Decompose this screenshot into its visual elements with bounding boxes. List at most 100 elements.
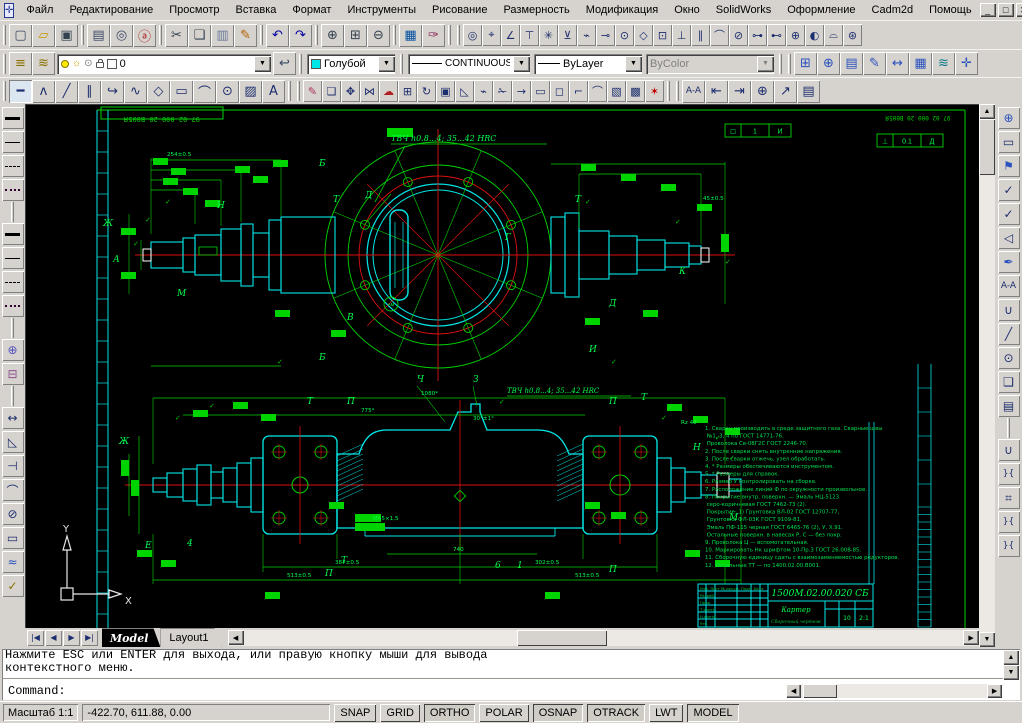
print-button[interactable]: ▤	[87, 24, 110, 47]
toggle-osnap[interactable]: OSNAP	[533, 704, 584, 722]
layer-states-button[interactable]: ≋	[32, 52, 55, 75]
toggle-otrack[interactable]: OTRACK	[587, 704, 645, 722]
revcloud-tool-button[interactable]: ☁	[379, 80, 398, 102]
toolbar-grip[interactable]	[159, 25, 162, 45]
quick-dimension-button[interactable]: ▭	[2, 527, 24, 549]
arc-dimension-button[interactable]: ⌒	[2, 479, 24, 501]
ruler-button[interactable]: ▭	[998, 131, 1020, 153]
dimension-edit-button[interactable]: ✓	[2, 575, 24, 597]
h-scroll-track[interactable]	[244, 630, 963, 646]
open-file-button[interactable]: ▱	[32, 24, 55, 47]
mirror-tool-button[interactable]: ⋈	[360, 80, 379, 102]
linear-dimension-button[interactable]: ↔	[2, 407, 24, 429]
coordinates-panel[interactable]: -422.70, 611.88, 0.00	[82, 704, 330, 721]
align-tool-button[interactable]: ▧	[607, 80, 626, 102]
scroll-left-button[interactable]: ◀	[228, 630, 244, 645]
hatch-tool-button[interactable]: ▨	[239, 80, 262, 103]
vertical-scrollbar[interactable]: ▲ ▼	[979, 104, 995, 647]
command-h-track[interactable]	[801, 684, 987, 698]
flag-note-button[interactable]: ⚑	[998, 155, 1020, 177]
toolbar-grip[interactable]	[81, 25, 84, 45]
scale-tool-button[interactable]: ◺	[455, 80, 474, 102]
roughness-removed-button[interactable]: ✓	[998, 203, 1020, 225]
welding-symbol-button[interactable]: ✒	[998, 251, 1020, 273]
toolbar-grip[interactable]	[11, 318, 14, 338]
layer-manager-button[interactable]: ≡	[9, 52, 32, 75]
toolbar-grip[interactable]	[11, 386, 14, 406]
menu-14[interactable]: Помощь	[921, 2, 980, 18]
snap-apparent-intersection-button[interactable]: ⊻	[558, 24, 577, 46]
scale-panel[interactable]: Масштаб 1:1	[3, 704, 78, 721]
toggle-grid[interactable]: GRID	[380, 704, 420, 722]
snap-endpoint-button[interactable]: ∠	[501, 24, 520, 46]
scroll-up-button[interactable]: ▲	[979, 104, 995, 119]
color-wand-button[interactable]: ✑	[422, 24, 445, 47]
spring-symbol-4-button[interactable]: }{	[998, 535, 1020, 557]
taper-symbol-button[interactable]: ◁	[998, 227, 1020, 249]
toolbar-grip[interactable]	[3, 81, 6, 101]
layer-combo-arrow[interactable]: ▼	[254, 56, 271, 72]
menu-3[interactable]: Просмотр	[161, 2, 227, 18]
multiline-tool-button[interactable]: ʌ	[32, 80, 55, 103]
dim-continue-button[interactable]: ⇥	[728, 80, 751, 103]
snap-extension-button[interactable]: ⌁	[577, 24, 596, 46]
copy-clip-button[interactable]: ❏	[188, 24, 211, 47]
snap-nearest-button[interactable]: ⊶	[748, 24, 767, 46]
region-tool-button[interactable]: ▣	[436, 80, 455, 102]
array-tool-button[interactable]: ⊞	[398, 80, 417, 102]
v-scroll-thumb[interactable]	[979, 119, 995, 175]
layer-plot-icon[interactable]: ⊙	[84, 58, 92, 69]
menu-7[interactable]: Рисование	[424, 2, 495, 18]
toolbar-grip[interactable]	[667, 81, 670, 101]
pipe-cross-button[interactable]: ✛	[955, 52, 978, 75]
layer-combo[interactable]: ☼ ⊙ 0 ▼	[57, 54, 271, 74]
menu-6[interactable]: Инструменты	[339, 2, 424, 18]
command-scroll-right-button[interactable]: ▶	[987, 684, 1002, 698]
diameter-dimension-button[interactable]: ⊘	[2, 503, 24, 525]
text-tool-button[interactable]: A	[262, 80, 285, 103]
wave-symbol-button[interactable]: ≈	[2, 551, 24, 573]
snap-parallel-button[interactable]: ∥	[691, 24, 710, 46]
toolbar-grip[interactable]	[297, 81, 300, 101]
toolbar-grip[interactable]	[1007, 418, 1010, 438]
3d-layers-button[interactable]: ≋	[932, 52, 955, 75]
lineweight-heavy-button[interactable]	[2, 107, 24, 129]
snap-center-button[interactable]: ⊙	[615, 24, 634, 46]
dim-style-button[interactable]: A-A	[682, 80, 705, 103]
toolbar-grip[interactable]	[299, 54, 302, 74]
save-button[interactable]: ▣	[55, 24, 78, 47]
menu-4[interactable]: Вставка	[227, 2, 284, 18]
spring-symbol-3-button[interactable]: }{	[998, 511, 1020, 533]
center-mark-tool-button[interactable]: ⊕	[2, 339, 24, 361]
tab-nav-4-button[interactable]: ▶|	[81, 630, 98, 646]
color-combo[interactable]: Голубой ▼	[307, 54, 395, 74]
lineweight-combo[interactable]: ByLayer ▼	[534, 54, 642, 74]
color-combo-arrow[interactable]: ▼	[378, 56, 395, 72]
new-file-button[interactable]: ▢	[9, 24, 32, 47]
temporary-track-point-button[interactable]: ◎	[463, 24, 482, 46]
snap-intersection-button[interactable]: ✳	[539, 24, 558, 46]
layer-on-icon[interactable]	[61, 60, 69, 68]
menu-1[interactable]: Файл	[18, 2, 61, 18]
extend-tool-button[interactable]: →	[512, 80, 531, 102]
revision-line-tool-button[interactable]: ↪	[101, 80, 124, 103]
toolbar-grip[interactable]	[3, 54, 6, 74]
dim-baseline-button[interactable]: ⇤	[705, 80, 728, 103]
snap-half-button[interactable]: ◐	[805, 24, 824, 46]
command-history[interactable]: Нажмите ESC или ENTER для выхода, или пр…	[2, 649, 1020, 700]
snap-arc-button[interactable]: ⌓	[824, 24, 843, 46]
command-h-thumb[interactable]	[803, 684, 837, 698]
chamfer-tool-button[interactable]: ⌐	[569, 80, 588, 102]
toolbar-grip[interactable]	[457, 25, 460, 45]
toolbar-grip[interactable]	[400, 54, 403, 74]
copy-tool-button[interactable]: ❏	[322, 80, 341, 102]
menu-13[interactable]: Cadm2d	[864, 2, 922, 18]
layer-lock-icon[interactable]	[96, 62, 104, 68]
edit-attributes-button[interactable]: ✎	[863, 52, 886, 75]
arc-tool-button[interactable]: ⌒	[193, 80, 216, 103]
spline-tool-button[interactable]: ∿	[124, 80, 147, 103]
explode-tool-button[interactable]: ✶	[645, 80, 664, 102]
move-tool-button[interactable]: ✥	[341, 80, 360, 102]
menu-9[interactable]: Модификация	[578, 2, 667, 18]
layer-previous-button[interactable]: ↩	[273, 52, 296, 75]
